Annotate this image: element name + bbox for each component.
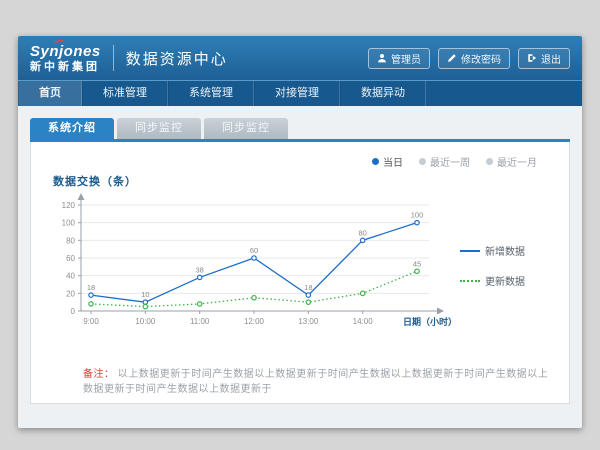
tab-bar: 系统介绍 同步监控 同步监控 [30,118,570,142]
footnote: 备注： 以上数据更新于时间产生数据以上数据更新于时间产生数据以上数据更新于时间产… [83,365,555,395]
filter-last-month-label: 最近一月 [497,154,537,169]
svg-text:11:00: 11:00 [190,317,210,326]
dot-icon [419,158,426,165]
logo-text: Synjones [30,44,101,59]
y-axis-title: 数据交换（条） [53,173,555,189]
change-password-label: 修改密码 [461,51,501,66]
logout-icon [527,53,537,63]
legend-item-update-data[interactable]: 更新数据 [460,273,550,288]
tab-sync-monitor-1[interactable]: 同步监控 [117,118,201,139]
user-icon [377,53,387,63]
svg-text:38: 38 [195,265,203,274]
svg-text:13:00: 13:00 [298,317,319,326]
chart-panel: 当日 最近一周 最近一月 数据交换（条） 0 20 40 60 80 100 120 9:00… [30,142,570,404]
footnote-text: 以上数据更新于时间产生数据以上数据更新于时间产生数据以上数据更新于时间产生数据以… [83,369,548,395]
footnote-prefix: 备注： [83,369,115,380]
solid-line-icon [460,250,480,252]
logout-label: 退出 [541,51,561,66]
admin-user-button[interactable]: 管理员 [368,48,430,69]
change-password-button[interactable]: 修改密码 [438,48,510,69]
chart-area: 0 20 40 60 80 100 120 9:00 10:00 11:00 12:00 13:00 1… [45,191,555,351]
svg-text:80: 80 [66,236,75,245]
main-nav: 首页 标准管理 系统管理 对接管理 数据异动 [18,80,582,106]
logo-subtext: 新中新集团 [30,62,101,73]
tab-system-intro[interactable]: 系统介绍 [30,118,114,139]
legend-item-new-data[interactable]: 新增数据 [460,243,550,258]
range-filter-legend: 当日 最近一周 最近一月 [45,150,555,169]
filter-last-week-label: 最近一周 [430,154,470,169]
filter-today-label: 当日 [383,154,403,169]
svg-text:45: 45 [413,259,421,268]
filter-last-week[interactable]: 最近一周 [419,154,470,169]
page-title: 数据资源中心 [126,48,228,69]
svg-text:60: 60 [66,254,75,263]
legend-new-data-label: 新增数据 [485,243,525,258]
svg-text:80: 80 [358,228,366,237]
dot-icon [372,158,379,165]
filter-today[interactable]: 当日 [372,154,403,169]
nav-item-connection-mgmt[interactable]: 对接管理 [254,81,340,106]
app-header: Synjones 新中新集团 数据资源中心 管理员 修改密码 [18,36,582,80]
app-window: Synjones 新中新集团 数据资源中心 管理员 修改密码 [18,36,582,428]
svg-text:18: 18 [87,283,95,292]
header-user-actions: 管理员 修改密码 退出 [368,48,570,69]
svg-text:18: 18 [304,283,312,292]
svg-text:10: 10 [141,290,149,299]
svg-text:100: 100 [411,211,424,220]
svg-text:120: 120 [62,201,76,210]
logo-swoosh-icon [54,39,66,46]
svg-text:14:00: 14:00 [353,317,374,326]
svg-text:0: 0 [71,307,76,316]
legend-update-data-label: 更新数据 [485,273,525,288]
dotted-line-icon [460,280,480,282]
dot-icon [486,158,493,165]
line-chart: 0 20 40 60 80 100 120 9:00 10:00 11:00 12:00 13:00 1… [45,191,460,351]
svg-text:10:00: 10:00 [135,317,156,326]
tab-sync-monitor-2[interactable]: 同步监控 [204,118,288,139]
svg-text:9:00: 9:00 [83,317,99,326]
nav-item-home[interactable]: 首页 [18,81,82,106]
filter-last-month[interactable]: 最近一月 [486,154,537,169]
svg-text:20: 20 [66,289,75,298]
nav-item-data-change[interactable]: 数据异动 [340,81,426,106]
company-logo: Synjones 新中新集团 [30,44,101,73]
svg-text:100: 100 [62,219,76,228]
svg-text:日期（小时）: 日期（小时） [403,316,457,327]
nav-item-standard-mgmt[interactable]: 标准管理 [82,81,168,106]
pencil-icon [447,53,457,63]
admin-user-label: 管理员 [391,51,421,66]
svg-text:40: 40 [66,272,75,281]
content-area: 系统介绍 同步监控 同步监控 当日 最近一周 最近一月 数据交换（条） [18,106,582,428]
header-divider [113,45,114,71]
svg-text:60: 60 [250,246,258,255]
series-legend: 新增数据 更新数据 [460,191,550,351]
logout-button[interactable]: 退出 [518,48,570,69]
svg-text:12:00: 12:00 [244,317,265,326]
nav-item-system-mgmt[interactable]: 系统管理 [168,81,254,106]
